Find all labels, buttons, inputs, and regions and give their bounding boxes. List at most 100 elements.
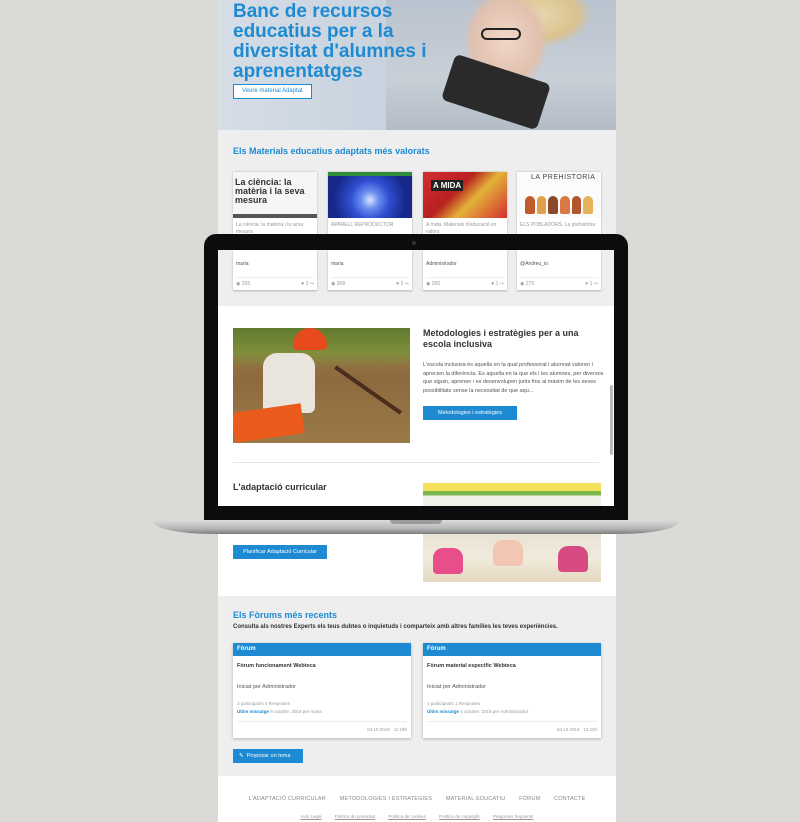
like-stats[interactable]: ♥ 3 ↪	[301, 281, 314, 287]
hero-title: Banc de recursos educatius per a la dive…	[233, 1, 427, 82]
views-count: 255	[241, 281, 251, 287]
legal-link[interactable]: Avís Legal	[301, 814, 322, 819]
forum-card-last-message: Últim missatge 4 octubre, 2018 per Admin…	[427, 709, 528, 714]
material-card-author: maria	[236, 261, 249, 267]
forum-card-title[interactable]: Fòrum material especific Webteca	[427, 663, 516, 669]
view-adapted-material-button[interactable]: Veure material Adaptat	[233, 84, 312, 99]
material-card-image: La ciència: la matèria i la seva mesura	[233, 172, 317, 218]
forum-card-last-message: Últim missatge 9 octubre, 2018 per maria	[237, 709, 322, 714]
share-icon[interactable]: ↪	[500, 281, 504, 287]
material-card-desc: ELS POBLADORS. La prehistòria	[520, 222, 596, 228]
material-card-stats: ◉ 255 ♥ 3 ↪	[236, 277, 314, 287]
photo-bucket	[233, 403, 305, 443]
eye-icon: ◉ 255	[236, 281, 251, 287]
forum-card[interactable]: Fòrum Fòrum funcionament Webteca Iniciat…	[233, 643, 411, 738]
footer-link-adaptation[interactable]: L'ADAPTACIÓ CURRICULAR	[249, 796, 326, 802]
photo-child	[433, 548, 463, 574]
figure	[560, 196, 570, 214]
last-message-value: 9 octubre, 2018 per maria	[270, 709, 322, 714]
material-card-image-text: LA PREHISTORIA	[531, 174, 596, 181]
forum-date: 04.10.2018	[367, 727, 390, 732]
views-count: 275	[525, 281, 535, 287]
forum-card-title[interactable]: Fòrum funcionament Webteca	[237, 663, 316, 669]
pencil-icon: ✎	[239, 753, 244, 759]
legal-link[interactable]: Política de cookies	[388, 814, 426, 819]
methodologies-title: Metodologies i estratègies per a una esc…	[423, 328, 579, 349]
footer: L'ADAPTACIÓ CURRICULAR METODOLOGIES I ES…	[218, 776, 616, 822]
propose-topic-label: Proposar un tema	[246, 753, 291, 759]
forum-card-author: Iniciat per Administrador	[427, 684, 486, 690]
hero-photo-tablet	[441, 53, 551, 130]
share-icon[interactable]: ↪	[310, 281, 314, 287]
footer-link-forum[interactable]: FÒRUM	[519, 796, 540, 802]
laptop-base	[154, 520, 678, 534]
figure	[525, 196, 535, 214]
material-card-author: Administrador	[426, 261, 457, 267]
like-stats[interactable]: ♥ 1 ↪	[585, 281, 598, 287]
forums-title: Els Fòrums més recents	[233, 610, 338, 620]
methodologies-photo	[233, 328, 410, 443]
legal-link[interactable]: Preguntes freqüents	[493, 814, 534, 819]
likes-count: 1	[495, 281, 499, 287]
eye-icon: ◉ 275	[520, 281, 535, 287]
material-card-stats: ◉ 275 ♥ 1 ↪	[520, 277, 598, 287]
share-icon[interactable]: ↪	[594, 281, 598, 287]
divider	[427, 721, 597, 722]
likes-count: 1	[589, 281, 593, 287]
footer-legal: Avís Legal Política de privacitat Políti…	[218, 814, 616, 819]
forum-card-author: Iniciat per Administrador	[237, 684, 296, 690]
like-stats[interactable]: ♥ 1 ↪	[491, 281, 504, 287]
adaptation-photo	[423, 534, 601, 582]
forum-card-header: Fòrum	[233, 643, 411, 656]
views-count: 250	[431, 281, 441, 287]
material-card-footer[interactable]: maria ◉ 255 ♥ 3 ↪	[233, 250, 317, 290]
photo-child	[558, 546, 588, 572]
legal-link[interactable]: Política de copyright	[439, 814, 480, 819]
screen-material-cards: maria ◉ 255 ♥ 3 ↪ maria ◉ 308 ♥ 2 ↪ Admini…	[218, 250, 614, 306]
laptop-notch	[390, 520, 442, 524]
last-message-label[interactable]: Últim missatge	[237, 709, 269, 714]
forums-section: Els Fòrums més recents Consulta als nost…	[218, 596, 616, 776]
material-card-footer[interactable]: maria ◉ 308 ♥ 2 ↪	[328, 250, 412, 290]
figure	[571, 196, 582, 214]
forum-card-header: Fòrum	[423, 643, 601, 656]
footer-link-methodologies[interactable]: METODOLOGIES I ESTRATÈGIES	[340, 796, 432, 802]
forum-time: 11:19h	[393, 727, 407, 732]
adaptation-title: L'adaptació curricular	[233, 482, 327, 492]
forum-card-date: 04.10.2018 12:22h	[557, 727, 597, 732]
photo-shovel	[334, 365, 402, 415]
forums-subtitle: Consulta als nostres Experts els teus du…	[233, 624, 558, 630]
material-card-image	[328, 172, 412, 218]
prehistory-figures	[525, 196, 594, 214]
laptop-screen: maria ◉ 255 ♥ 3 ↪ maria ◉ 308 ♥ 2 ↪ Admini…	[218, 250, 614, 506]
eye-icon: ◉ 308	[331, 281, 346, 287]
photo-child	[493, 540, 523, 566]
methodologies-text: L'escola inclusiva és aquella en la qual…	[423, 362, 604, 394]
forum-card[interactable]: Fòrum Fòrum material especific Webteca I…	[423, 643, 601, 738]
scrollbar-thumb[interactable]	[610, 385, 613, 455]
last-message-label[interactable]: Últim missatge	[427, 709, 459, 714]
plan-adaptation-button[interactable]: Planificar Adaptació Curricular	[233, 545, 327, 559]
last-message-value: 4 octubre, 2018 per Administrador	[460, 709, 529, 714]
divider	[237, 721, 407, 722]
footer-link-material[interactable]: MATERIAL EDUCATIU	[446, 796, 506, 802]
legal-link[interactable]: Política de privacitat	[335, 814, 375, 819]
material-card-author: maria	[331, 261, 344, 267]
footer-link-contact[interactable]: CONTACTE	[554, 796, 585, 802]
material-card-footer[interactable]: @Andreu_io ◉ 275 ♥ 1 ↪	[517, 250, 601, 290]
figure	[536, 196, 547, 214]
eye-icon: ◉ 250	[426, 281, 441, 287]
divider	[233, 462, 599, 463]
hero-photo-glasses	[481, 28, 521, 40]
material-card-stats: ◉ 308 ♥ 2 ↪	[331, 277, 409, 287]
material-card-desc: APARELL REPRODUCTOR	[331, 222, 394, 228]
like-stats[interactable]: ♥ 2 ↪	[396, 281, 409, 287]
footer-nav: L'ADAPTACIÓ CURRICULAR METODOLOGIES I ES…	[218, 796, 616, 802]
laptop-camera	[412, 241, 416, 245]
material-card-image: A MIDA	[423, 172, 507, 218]
material-card-footer[interactable]: Administrador ◉ 250 ♥ 1 ↪	[423, 250, 507, 290]
share-icon[interactable]: ↪	[405, 281, 409, 287]
propose-topic-button[interactable]: ✎ Proposar un tema	[233, 749, 303, 763]
material-card-stats: ◉ 250 ♥ 1 ↪	[426, 277, 504, 287]
methodologies-button[interactable]: Metodologies i estratègies	[423, 406, 517, 420]
